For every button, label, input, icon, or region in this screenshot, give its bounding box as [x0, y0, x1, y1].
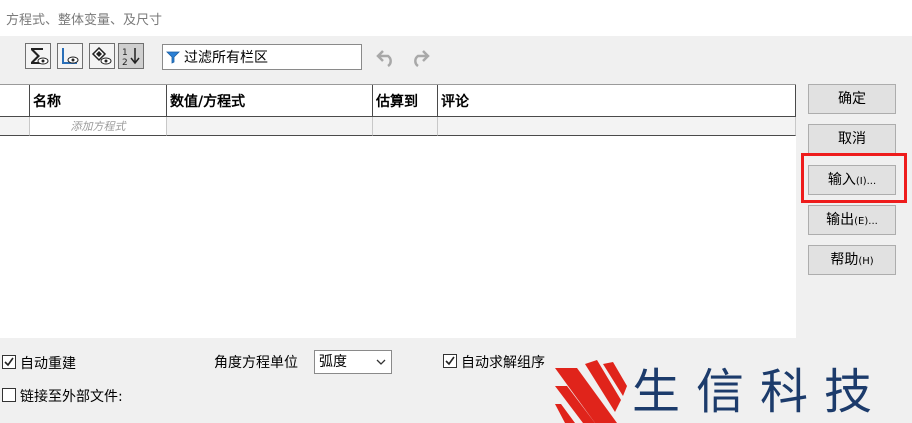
- export-button-key: (E)...: [854, 216, 878, 227]
- column-header-evaluates[interactable]: 估算到: [373, 85, 438, 117]
- auto-solve-order-checkbox[interactable]: [443, 354, 457, 368]
- svg-text:2: 2: [122, 58, 128, 67]
- auto-rebuild-label: 自动重建: [20, 356, 76, 372]
- watermark-text: 生信科技: [632, 364, 889, 420]
- column-header-value[interactable]: 数值/方程式: [167, 85, 373, 117]
- cancel-button[interactable]: 取消: [808, 124, 896, 154]
- value-cell[interactable]: [167, 117, 373, 136]
- help-button-label: 帮助: [830, 252, 859, 268]
- table-row[interactable]: 添加方程式: [0, 117, 796, 136]
- export-button-label: 输出: [826, 212, 855, 228]
- window-title: 方程式、整体变量、及尺寸: [6, 13, 163, 28]
- column-header-name[interactable]: 名称: [30, 85, 167, 117]
- window-titlebar: 方程式、整体变量、及尺寸: [0, 0, 912, 36]
- filter-icon: [166, 51, 180, 64]
- angle-unit-label: 角度方程单位: [214, 355, 298, 371]
- sketch-equations-view-button[interactable]: [25, 43, 51, 69]
- filter-text: 过滤所有栏区: [184, 50, 268, 66]
- ordered-view-button[interactable]: 1 2: [118, 43, 144, 69]
- sigma-eye-icon: [31, 48, 49, 65]
- help-button-key: (H): [858, 256, 874, 267]
- row-header-corner: [0, 85, 30, 117]
- toolbar: 1 2 过滤所有栏区: [0, 36, 912, 82]
- link-external-label: 链接至外部文件:: [20, 389, 123, 405]
- table-header: 名称 数值/方程式 估算到 评论: [0, 85, 796, 117]
- evaluates-cell: [373, 117, 438, 136]
- equations-table[interactable]: 名称 数值/方程式 估算到 评论 添加方程式: [0, 84, 796, 338]
- import-highlight-box: [801, 153, 907, 203]
- sort-order-icon: 1 2: [122, 48, 140, 67]
- checkmark-icon: [445, 356, 455, 366]
- chevron-down-icon: [376, 359, 386, 365]
- checkmark-icon: [4, 357, 14, 367]
- add-equation-cell[interactable]: 添加方程式: [30, 117, 167, 136]
- svg-text:1: 1: [122, 48, 128, 58]
- row-header: [0, 117, 30, 136]
- help-button[interactable]: 帮助(H): [808, 245, 896, 275]
- angle-unit-value: 弧度: [319, 354, 347, 370]
- global-variables-view-button[interactable]: [57, 43, 83, 69]
- dimension-diamond-icon: [91, 46, 112, 65]
- undo-icon[interactable]: [376, 47, 398, 67]
- comment-cell[interactable]: [438, 117, 796, 136]
- auto-rebuild-checkbox[interactable]: [2, 355, 16, 369]
- export-button[interactable]: 输出(E)...: [808, 205, 896, 235]
- ok-button[interactable]: 确定: [808, 84, 896, 114]
- angle-unit-select[interactable]: 弧度: [314, 350, 392, 374]
- filter-input[interactable]: 过滤所有栏区: [162, 44, 362, 70]
- link-external-checkbox[interactable]: [2, 388, 16, 402]
- dimension-view-button[interactable]: [89, 43, 115, 69]
- column-header-comment[interactable]: 评论: [438, 85, 796, 117]
- redo-icon[interactable]: [408, 47, 430, 67]
- variable-eye-icon: [62, 48, 79, 64]
- auto-solve-order-label: 自动求解组序: [461, 355, 545, 371]
